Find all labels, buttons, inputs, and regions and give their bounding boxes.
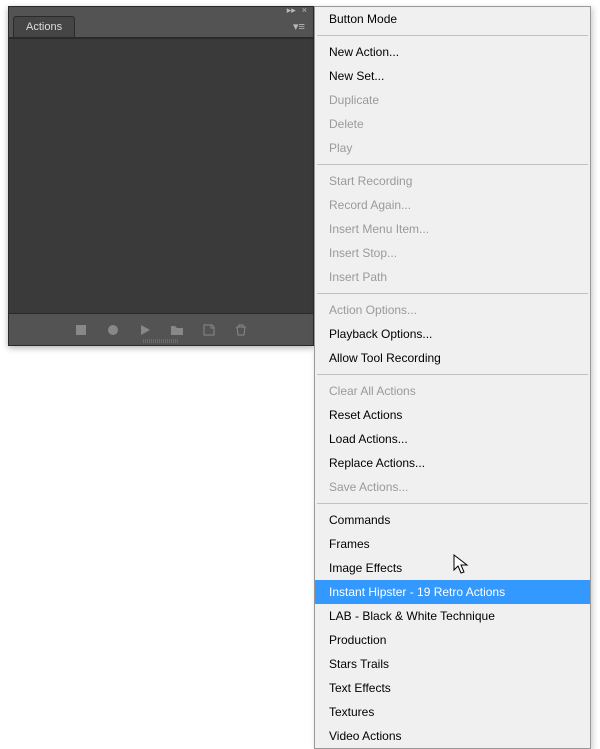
- menu-item[interactable]: Textures: [315, 700, 590, 724]
- close-icon[interactable]: ×: [302, 5, 307, 15]
- menu-item[interactable]: New Action...: [315, 40, 590, 64]
- record-icon[interactable]: [106, 323, 120, 337]
- menu-item[interactable]: LAB - Black & White Technique: [315, 604, 590, 628]
- new-action-icon[interactable]: [202, 323, 216, 337]
- menu-item: Save Actions...: [315, 475, 590, 499]
- panel-titlebar: ▸▸ ×: [9, 7, 313, 15]
- actions-flyout-menu: Button Mode New Action...New Set...Duplic…: [314, 6, 591, 749]
- menu-item: Clear All Actions: [315, 379, 590, 403]
- menu-item[interactable]: Production: [315, 628, 590, 652]
- new-set-icon[interactable]: [170, 323, 184, 337]
- menu-item[interactable]: Load Actions...: [315, 427, 590, 451]
- menu-item[interactable]: Reset Actions: [315, 403, 590, 427]
- menu-item[interactable]: Stars Trails: [315, 652, 590, 676]
- menu-item[interactable]: Frames: [315, 532, 590, 556]
- menu-item: Play: [315, 136, 590, 160]
- menu-item[interactable]: Playback Options...: [315, 322, 590, 346]
- menu-item[interactable]: Commands: [315, 508, 590, 532]
- menu-separator: [317, 35, 588, 36]
- panel-resize-grip[interactable]: [143, 339, 179, 343]
- menu-item: Action Options...: [315, 298, 590, 322]
- menu-item[interactable]: Replace Actions...: [315, 451, 590, 475]
- menu-item[interactable]: Text Effects: [315, 676, 590, 700]
- menu-item: Record Again...: [315, 193, 590, 217]
- trash-icon[interactable]: [234, 323, 248, 337]
- menu-item: Start Recording: [315, 169, 590, 193]
- panel-footer: [9, 313, 313, 345]
- menu-separator: [317, 164, 588, 165]
- menu-item[interactable]: Button Mode: [315, 7, 590, 31]
- menu-item: Delete: [315, 112, 590, 136]
- menu-separator: [317, 503, 588, 504]
- menu-item: Insert Stop...: [315, 241, 590, 265]
- menu-separator: [317, 293, 588, 294]
- stop-icon[interactable]: [74, 323, 88, 337]
- menu-item[interactable]: New Set...: [315, 64, 590, 88]
- play-icon[interactable]: [138, 323, 152, 337]
- tab-actions[interactable]: Actions: [13, 16, 75, 37]
- collapse-icon[interactable]: ▸▸: [287, 5, 296, 15]
- menu-item[interactable]: Image Effects: [315, 556, 590, 580]
- panel-tab-bar: Actions ▾≡: [9, 15, 313, 38]
- menu-item: Duplicate: [315, 88, 590, 112]
- menu-item[interactable]: Allow Tool Recording: [315, 346, 590, 370]
- panel-flyout-button[interactable]: ▾≡: [291, 18, 307, 34]
- actions-panel: ▸▸ × Actions ▾≡: [8, 6, 314, 346]
- menu-separator: [317, 374, 588, 375]
- menu-item[interactable]: Instant Hipster - 19 Retro Actions: [315, 580, 590, 604]
- actions-list-empty: [9, 38, 313, 313]
- menu-item: Insert Menu Item...: [315, 217, 590, 241]
- menu-item: Insert Path: [315, 265, 590, 289]
